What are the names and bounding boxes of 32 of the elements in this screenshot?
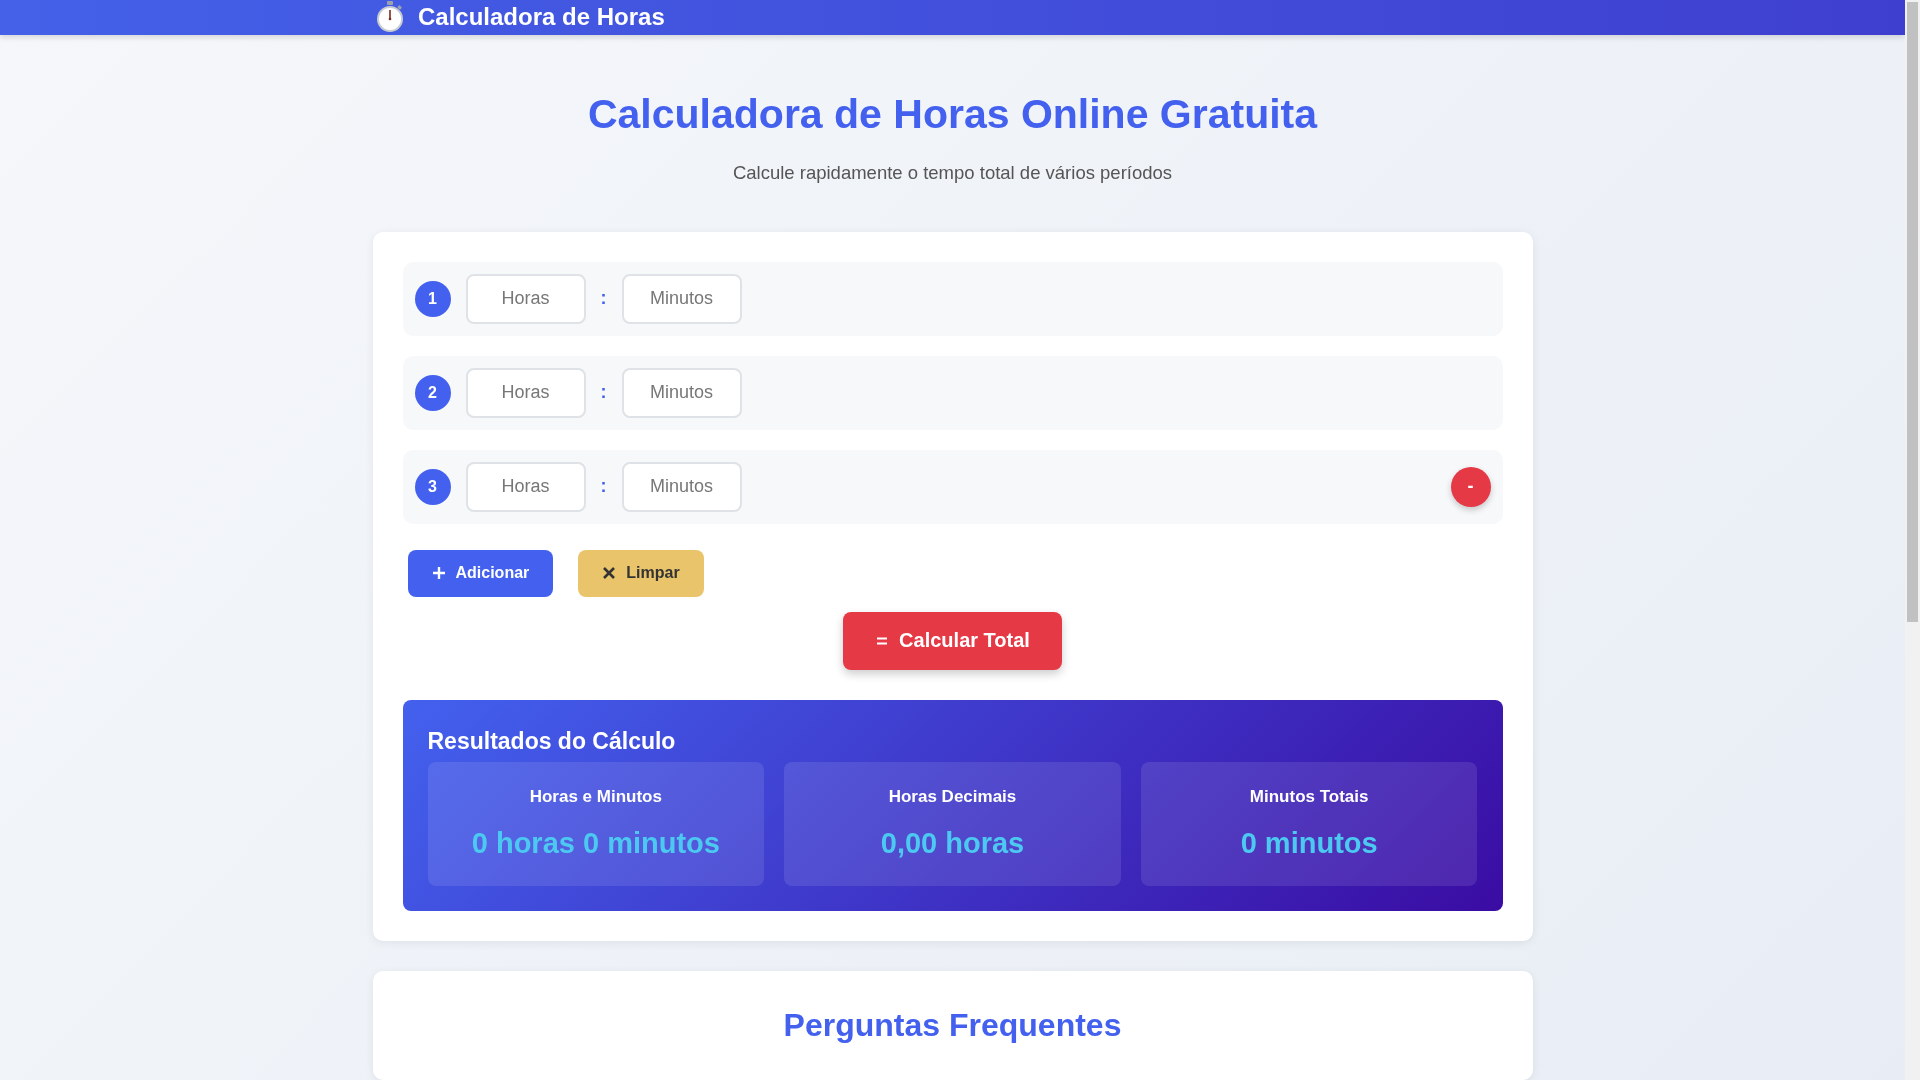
result-value: 0 minutos: [1240, 827, 1378, 861]
hours-input[interactable]: Horas: [465, 273, 586, 324]
calculate-button[interactable]: Calcular Total: [843, 611, 1062, 670]
result-label: Minutos Totais: [1249, 787, 1369, 808]
result-label: Horas Decimais: [888, 787, 1017, 808]
add-button[interactable]: Adicionar: [407, 549, 554, 597]
time-separator: :: [600, 382, 607, 404]
hours-input[interactable]: Horas: [465, 461, 586, 512]
plus-icon: [431, 566, 446, 581]
site-title[interactable]: Calculadora de Horas: [418, 3, 665, 32]
close-icon: [602, 566, 617, 581]
result-label: Horas e Minutos: [529, 787, 662, 808]
page-subtitle: Calcule rapidamente o tempo total de vários períodos: [732, 161, 1173, 184]
page-title: Calculadora de Horas Online Gratuita: [587, 90, 1318, 138]
remove-button[interactable]: -: [1450, 466, 1491, 507]
results-title: Resultados do Cálculo: [427, 727, 677, 755]
period-number-badge: 3: [414, 468, 451, 505]
scrollbar[interactable]: [1905, 0, 1920, 1080]
clear-button[interactable]: Limpar: [578, 549, 704, 597]
faq-title: Perguntas Frequentes: [783, 1006, 1122, 1045]
result-value: 0,00 horas: [880, 827, 1025, 861]
minutes-input[interactable]: Minutos: [621, 273, 742, 324]
time-separator: :: [600, 288, 607, 310]
period-number-badge: 2: [414, 374, 451, 411]
stopwatch-icon: [374, 0, 406, 35]
period-number-badge: 1: [414, 280, 451, 317]
minutes-input[interactable]: Minutos: [621, 461, 742, 512]
time-separator: :: [600, 476, 607, 498]
hours-input[interactable]: Horas: [465, 367, 586, 418]
result-value: 0 horas 0 minutos: [471, 827, 720, 861]
minutes-input[interactable]: Minutos: [621, 367, 742, 418]
scrollbar-thumb[interactable]: [1907, 2, 1918, 622]
